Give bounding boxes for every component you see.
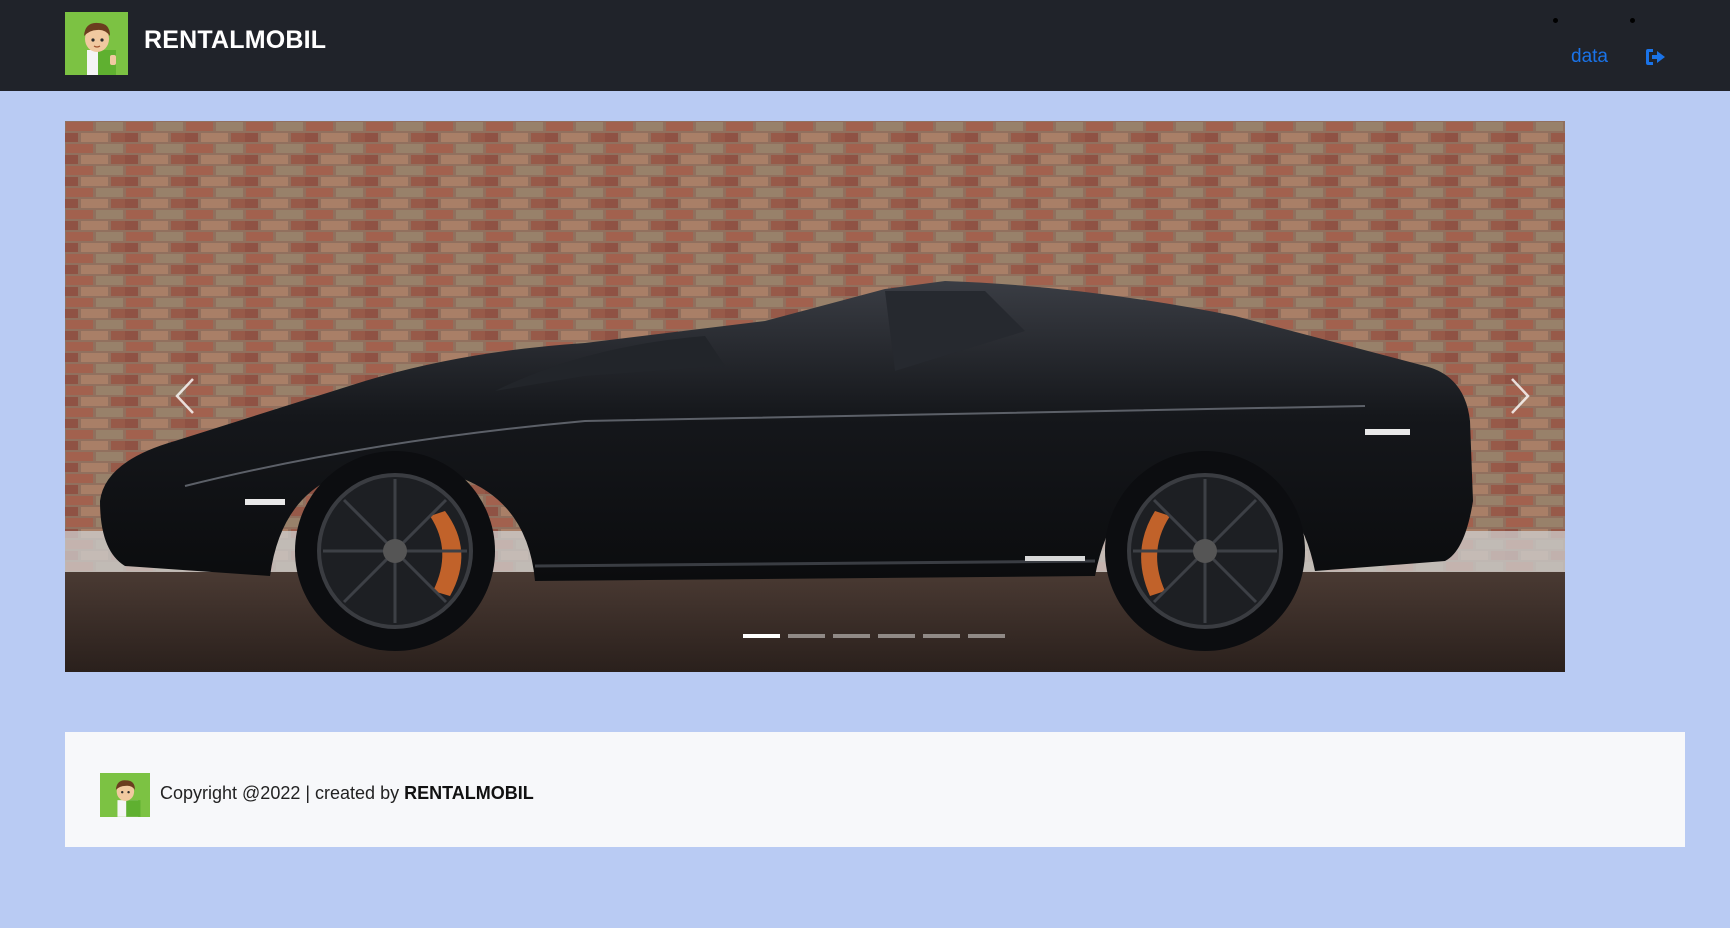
nav-bullet bbox=[1630, 18, 1635, 23]
boy-avatar-icon bbox=[100, 773, 150, 817]
carousel-indicator[interactable] bbox=[833, 634, 870, 638]
nav-bullet bbox=[1553, 18, 1558, 23]
carousel-next-button[interactable] bbox=[1490, 361, 1550, 431]
carousel-indicator[interactable] bbox=[878, 634, 915, 638]
footer: Copyright @2022 | created by RENTALMOBIL bbox=[65, 732, 1685, 847]
boy-avatar-icon[interactable] bbox=[65, 12, 128, 75]
copyright-text: Copyright @2022 | created by RENTALMOBIL bbox=[160, 783, 534, 804]
carousel-prev-button[interactable] bbox=[155, 361, 215, 431]
copyright-label: Copyright @2022 | created by bbox=[160, 783, 405, 803]
sign-out-icon[interactable] bbox=[1645, 47, 1667, 67]
footer-brand: RENTALMOBIL bbox=[404, 783, 534, 803]
navbar: RENTALMOBIL data bbox=[0, 0, 1730, 91]
hero-carousel bbox=[65, 121, 1565, 672]
carousel-indicator[interactable] bbox=[788, 634, 825, 638]
brand-name[interactable]: RENTALMOBIL bbox=[144, 26, 326, 55]
chevron-right-icon bbox=[1511, 378, 1530, 414]
black-convertible-sports-car-photo bbox=[65, 121, 1565, 672]
nav-link-data[interactable]: data bbox=[1571, 46, 1608, 68]
carousel-indicator[interactable] bbox=[923, 634, 960, 638]
carousel-indicator[interactable] bbox=[743, 634, 780, 638]
carousel-indicator[interactable] bbox=[968, 634, 1005, 638]
chevron-left-icon bbox=[175, 378, 194, 414]
carousel-indicators bbox=[743, 634, 1005, 640]
